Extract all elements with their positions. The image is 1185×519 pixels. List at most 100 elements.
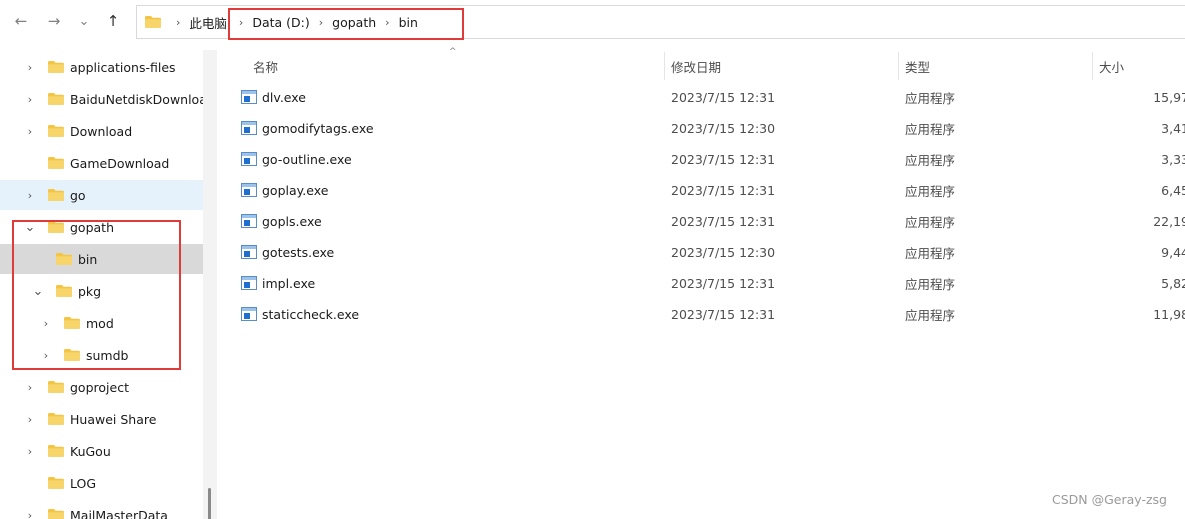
file-name-cell: goplay.exe [241,175,661,205]
chevron-right-icon[interactable]: › [38,317,54,330]
folder-icon [48,381,64,393]
chevron-down-icon: ⌄ [78,13,90,29]
column-divider[interactable] [664,52,665,80]
tree-item-label: go [70,187,86,203]
exe-app-icon [241,307,257,321]
scrollbar-thumb[interactable] [208,488,211,519]
tree-item-label: goproject [70,379,129,395]
file-row[interactable]: go-outline.exe 2023/7/15 12:31 应用程序 3,33 [220,144,1185,174]
file-row[interactable]: gomodifytags.exe 2023/7/15 12:30 应用程序 3,… [220,113,1185,143]
tree-item-goproject[interactable]: › goproject [0,372,203,402]
chevron-right-icon[interactable]: › [22,509,38,519]
chevron-right-icon[interactable]: › [319,16,323,29]
file-date: 2023/7/15 12:30 [671,244,776,260]
exe-app-icon [241,90,257,104]
tree-item-gopath[interactable]: ⌄ gopath [0,212,203,242]
file-size: 5,82 [1161,275,1185,291]
tree-item-mod[interactable]: › mod [0,308,203,338]
tree-item-go[interactable]: › go [0,180,203,210]
exe-app-icon [241,276,257,290]
tree-item-baidunetdiskdownload[interactable]: › BaiduNetdiskDownload [0,84,203,114]
exe-app-icon [241,183,257,197]
file-row[interactable]: gopls.exe 2023/7/15 12:31 应用程序 22,19 [220,206,1185,236]
tree-item-applications-files[interactable]: › applications-files [0,52,203,82]
back-button[interactable]: ← [8,8,34,34]
tree-item-label: bin [78,251,98,267]
chevron-right-icon[interactable]: › [239,16,243,29]
file-row[interactable]: gotests.exe 2023/7/15 12:30 应用程序 9,44 [220,237,1185,267]
file-size: 3,33 [1161,151,1185,167]
tree-item-gamedownload[interactable]: GameDownload [0,148,203,178]
file-row[interactable]: dlv.exe 2023/7/15 12:31 应用程序 15,97 [220,82,1185,112]
tree-item-huawei-share[interactable]: › Huawei Share [0,404,203,434]
file-type: 应用程序 [905,183,956,199]
tree-item-bin[interactable]: bin [0,244,203,274]
file-type: 应用程序 [905,307,956,323]
file-date: 2023/7/15 12:31 [671,151,776,167]
file-date: 2023/7/15 12:31 [671,275,776,291]
file-name: staticcheck.exe [262,306,360,322]
folder-icon [145,16,161,28]
folder-icon [48,61,64,73]
forward-button[interactable]: → [41,8,67,34]
tree-item-label: BaiduNetdiskDownload [70,91,203,107]
folder-icon [48,125,64,137]
tree-item-sumdb[interactable]: › sumdb [0,340,203,370]
file-row[interactable]: staticcheck.exe 2023/7/15 12:31 应用程序 11,… [220,299,1185,329]
up-button[interactable]: ↑ [100,8,126,34]
tree-item-label: GameDownload [70,155,170,171]
tree-item-label: KuGou [70,443,111,459]
tree-item-log[interactable]: LOG [0,468,203,498]
column-divider[interactable] [1092,52,1093,80]
tree-item-download[interactable]: › Download [0,116,203,146]
chevron-right-icon[interactable]: › [22,381,38,394]
folder-icon [48,445,64,457]
chevron-right-icon[interactable]: › [22,445,38,458]
chevron-down-icon[interactable]: ⌄ [30,284,46,299]
breadcrumb-drive-d[interactable]: Data (D:) [252,15,309,30]
file-date: 2023/7/15 12:30 [671,120,776,136]
address-bar[interactable]: › 此电脑 › Data (D:) › gopath › bin [136,5,1185,39]
column-header-size[interactable]: 大小 [1099,52,1124,80]
up-arrow-icon: ↑ [106,12,120,30]
tree-item-pkg[interactable]: ⌄ pkg [0,276,203,306]
tree-item-label: applications-files [70,59,176,75]
tree-item-label: MailMasterData [70,507,168,519]
file-name-cell: gotests.exe [241,237,661,267]
chevron-right-icon[interactable]: › [22,93,38,106]
file-type: 应用程序 [905,152,956,168]
file-name-cell: gopls.exe [241,206,661,236]
column-divider[interactable] [898,52,899,80]
chevron-right-icon[interactable]: › [22,61,38,74]
breadcrumb-gopath[interactable]: gopath [332,15,376,30]
file-row[interactable]: goplay.exe 2023/7/15 12:31 应用程序 6,45 [220,175,1185,205]
chevron-right-icon[interactable]: › [385,16,389,29]
column-header-type[interactable]: 类型 [905,52,930,80]
chevron-right-icon[interactable]: › [22,189,38,202]
folder-icon [48,189,64,201]
file-row[interactable]: impl.exe 2023/7/15 12:31 应用程序 5,82 [220,268,1185,298]
tree-item-label: gopath [70,219,115,235]
file-type: 应用程序 [905,245,956,261]
tree-item-mailmasterdata[interactable]: › MailMasterData [0,500,203,519]
file-date: 2023/7/15 12:31 [671,89,776,105]
breadcrumb-bin[interactable]: bin [399,15,418,30]
column-header-name[interactable]: 名称 [253,52,278,80]
forward-arrow-icon: → [47,12,61,30]
file-name-cell: impl.exe [241,268,661,298]
folder-icon [48,157,64,169]
chevron-right-icon[interactable]: › [22,125,38,138]
breadcrumb-this-pc[interactable]: 此电脑 [189,13,227,32]
tree-item-kugou[interactable]: › KuGou [0,436,203,466]
chevron-right-icon[interactable]: › [38,349,54,362]
navigation-pane-scrollbar[interactable] [203,50,217,519]
recent-locations-button[interactable]: ⌄ [71,8,97,34]
column-header-date[interactable]: 修改日期 [671,52,721,80]
chevron-right-icon[interactable]: › [22,413,38,426]
file-list: ^ 名称 修改日期 类型 大小 dlv.exe 2023/7/15 12:31 … [220,44,1185,519]
chevron-down-icon[interactable]: ⌄ [22,220,38,235]
folder-icon [48,413,64,425]
file-size: 15,97 [1153,89,1185,105]
file-size: 22,19 [1153,213,1185,229]
file-type: 应用程序 [905,121,956,137]
